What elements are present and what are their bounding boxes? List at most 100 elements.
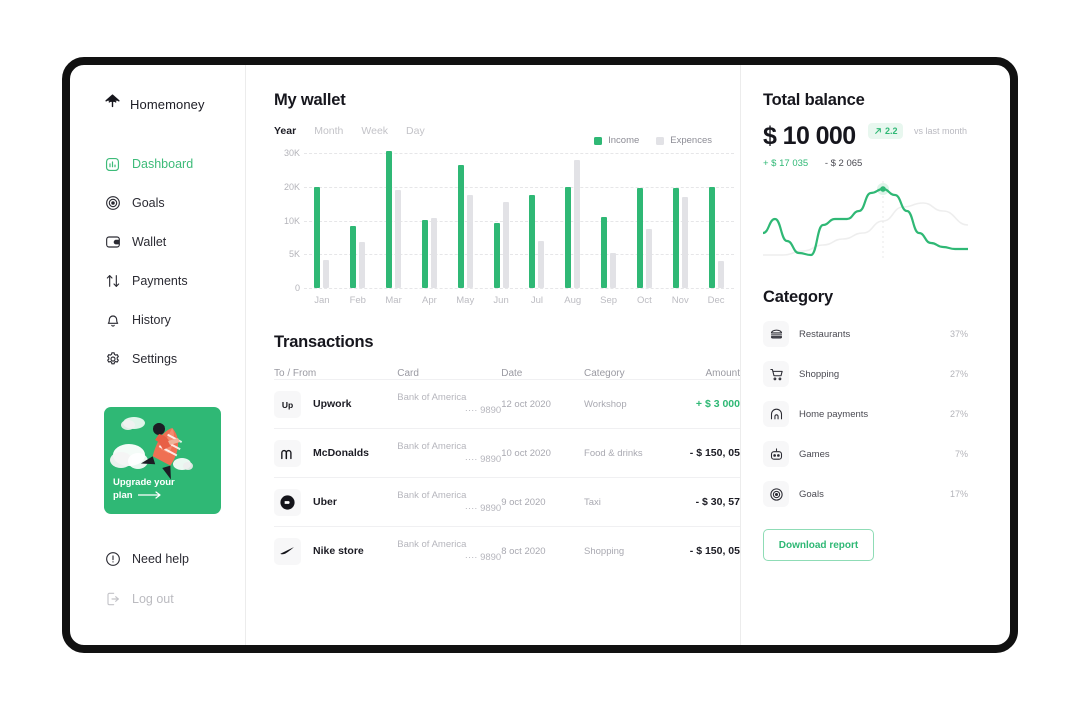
sidebar-item-label: Dashboard [132, 156, 194, 171]
sidebar-item-label: Log out [132, 591, 174, 606]
category-percent: 27% [949, 408, 968, 419]
table-row[interactable]: Up Upwork Bank of America ···· 9890 12 oct 2… [274, 379, 740, 428]
right-panel: Total balance $ 10 000 2.2 vs last month… [741, 65, 990, 645]
nike-logo [274, 537, 301, 565]
bar-group [421, 217, 437, 288]
balance-delta-row: + $ 17 035 - $ 2 065 [763, 158, 968, 169]
sidebar-item-label: Goals [132, 195, 165, 210]
badge-value: 2.2 [884, 125, 898, 136]
bar-expence [395, 190, 402, 288]
x-axis-tick-label: Dec [707, 295, 725, 306]
table-row[interactable]: McDonalds Bank of America ···· 9890 10 oct … [274, 428, 740, 477]
bar-income [314, 186, 321, 288]
upgrade-plan-card[interactable]: Upgrade your plan [104, 407, 221, 514]
main-content: My wallet Year Month Week Day Income Exp… [246, 65, 741, 645]
bar-group [350, 225, 366, 288]
x-axis-tick-label: Feb [349, 295, 366, 306]
category-name: Goals [799, 488, 824, 500]
transaction-category: Workshop [584, 398, 627, 410]
wallet-bar-chart: 0 5K 10K 20K 30K Jan Feb Mar Apr May Jun Jul Aug Sep O… [274, 148, 734, 313]
upgrade-line1: Upgrade your [113, 477, 175, 488]
tab-year[interactable]: Year [274, 125, 296, 137]
bar-expence [610, 252, 617, 288]
table-row[interactable]: Nike store Bank of America ···· 9890 8 oct … [274, 526, 740, 575]
delta-negative: - $ 2 065 [824, 158, 863, 169]
table-row[interactable]: Uber Bank of America ···· 9890 9 oct 2020 Ta… [274, 477, 740, 526]
sidebar-nav: Dashboard Goals Wallet Payments History … [70, 153, 245, 370]
robot-icon [763, 441, 789, 467]
sidebar-item-wallet[interactable]: Wallet [70, 231, 245, 253]
brand-logo[interactable]: Homemoney [70, 91, 245, 117]
sidebar-item-settings[interactable]: Settings [70, 348, 245, 370]
tab-day[interactable]: Day [406, 125, 425, 137]
column-header-date: Date [501, 368, 523, 379]
category-percent: 37% [949, 328, 968, 339]
bar-income [636, 188, 643, 288]
category-percent: 17% [949, 488, 968, 499]
bar-expence [645, 229, 652, 288]
svg-text:Up: Up [282, 400, 293, 410]
sidebar-item-dashboard[interactable]: Dashboard [70, 153, 245, 175]
sidebar-item-label: Payments [132, 273, 188, 288]
bar-expence [502, 201, 509, 288]
target-icon [763, 481, 789, 507]
balance-row: $ 10 000 2.2 vs last month [763, 110, 968, 151]
sidebar-item-label: Need help [132, 551, 189, 566]
tab-month[interactable]: Month [314, 125, 343, 137]
transaction-name: McDonalds [313, 447, 370, 459]
bar-group [493, 201, 509, 288]
sidebar-item-need-help[interactable]: Need help [70, 548, 245, 570]
bar-group [529, 195, 545, 288]
x-axis-tick-label: Aug [564, 295, 582, 306]
sidebar-item-goals[interactable]: Goals [70, 192, 245, 214]
category-row[interactable]: Shopping 27% [763, 361, 968, 387]
wallet-icon [104, 234, 121, 251]
bar-group [386, 151, 402, 288]
bar-income [386, 151, 393, 288]
category-row[interactable]: Restaurants 37% [763, 321, 968, 347]
legend-item-income: Income [594, 135, 639, 146]
bar-income [421, 219, 428, 288]
bar-expence [466, 195, 473, 288]
category-name: Shopping [799, 368, 840, 380]
transaction-category: Taxi [584, 496, 601, 508]
legend-item-expences: Expences [656, 135, 712, 146]
x-axis-tick-label: Mar [385, 295, 402, 306]
x-axis-tick-label: May [456, 295, 475, 306]
y-axis-tick-label: 20K [283, 181, 300, 192]
x-axis-tick-label: Apr [422, 295, 437, 306]
arrow-right-icon [138, 491, 161, 500]
upgrade-plan-text: Upgrade your plan [113, 476, 175, 502]
x-axis-tick-label: Jun [493, 295, 509, 306]
category-row[interactable]: Goals 17% [763, 481, 968, 507]
gear-icon [104, 351, 121, 368]
legend-swatch-income [594, 136, 603, 145]
x-axis-tick-label: Oct [637, 295, 652, 306]
tab-week[interactable]: Week [361, 125, 388, 137]
bell-icon [104, 312, 121, 329]
x-axis-tick-label: Nov [671, 295, 689, 306]
sidebar: Homemoney Dashboard Goals Wallet Payment… [70, 65, 246, 645]
bar-expence [681, 196, 688, 288]
bar-expence [430, 217, 437, 288]
upgrade-line2: plan [113, 490, 133, 501]
sparkline-marker-dot[interactable] [880, 186, 886, 192]
y-axis-tick-label: 10K [283, 215, 300, 226]
y-axis-tick-label: 5K [288, 249, 300, 260]
x-axis-tick-label: Jan [314, 295, 330, 306]
category-row[interactable]: Games 7% [763, 441, 968, 467]
y-axis-tick-label: 0 [294, 283, 300, 293]
category-row[interactable]: Home payments 27% [763, 401, 968, 427]
sidebar-item-log-out[interactable]: Log out [70, 588, 245, 610]
chart-gridline [304, 254, 734, 256]
sparkline-path-balance [761, 187, 970, 257]
transaction-amount: + $ 3 000 [695, 398, 740, 410]
bar-income [493, 222, 500, 288]
sidebar-item-history[interactable]: History [70, 309, 245, 331]
download-report-button[interactable]: Download report [763, 529, 874, 561]
transaction-date: 8 oct 2020 [501, 545, 546, 557]
transaction-amount: - $ 150, 05 [689, 545, 740, 557]
mcdonalds-logo [274, 439, 301, 467]
target-icon [104, 195, 121, 212]
sidebar-item-payments[interactable]: Payments [70, 270, 245, 292]
